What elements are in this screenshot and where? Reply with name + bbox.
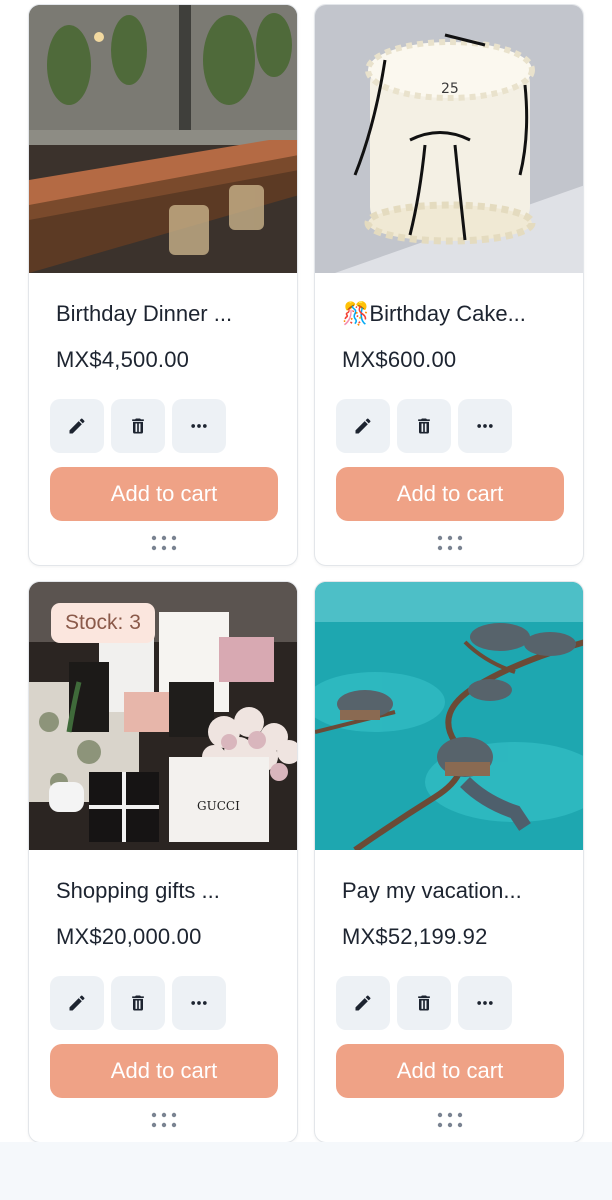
- product-grid: Birthday Dinner ... MX$4,500.00 Add to c…: [0, 0, 612, 1143]
- product-price: MX$20,000.00: [56, 924, 202, 949]
- edit-button[interactable]: [50, 399, 104, 453]
- add-to-cart-button[interactable]: Add to cart: [50, 1044, 278, 1098]
- product-title: 🎊Birthday Cake...: [342, 301, 526, 326]
- trash-icon: [418, 418, 430, 434]
- pencil-icon: [69, 418, 85, 434]
- more-horizontal-icon: [191, 424, 207, 428]
- product-card: Pay my vacation... MX$52,199.92 Add to c…: [314, 581, 584, 1143]
- more-options-button[interactable]: [458, 399, 512, 453]
- more-horizontal-icon: [191, 1001, 207, 1005]
- product-price: MX$600.00: [342, 347, 457, 372]
- drag-handle-icon[interactable]: [436, 535, 464, 551]
- trash-icon: [418, 995, 430, 1011]
- page-footer-area: [0, 1142, 612, 1200]
- pencil-icon: [69, 995, 85, 1011]
- more-options-button[interactable]: [172, 976, 226, 1030]
- edit-button[interactable]: [336, 976, 390, 1030]
- product-image[interactable]: 25: [315, 5, 583, 273]
- product-title: Shopping gifts ...: [56, 878, 220, 903]
- svg-text:GUCCI: GUCCI: [197, 799, 240, 813]
- add-to-cart-button[interactable]: Add to cart: [336, 467, 564, 521]
- stock-badge: Stock: 3: [51, 603, 155, 643]
- drag-handle-icon[interactable]: [150, 535, 178, 551]
- product-card: Birthday Dinner ... MX$4,500.00 Add to c…: [28, 4, 298, 566]
- add-to-cart-button[interactable]: Add to cart: [336, 1044, 564, 1098]
- product-card: 25 🎊Birthday Cake... MX$600.00 Add to ca…: [314, 4, 584, 566]
- product-image[interactable]: [315, 582, 583, 850]
- edit-button[interactable]: [336, 399, 390, 453]
- more-horizontal-icon: [477, 1001, 493, 1005]
- drag-handle-icon[interactable]: [436, 1112, 464, 1128]
- trash-icon: [132, 418, 144, 434]
- product-image[interactable]: GUCCI Stock: 3: [29, 582, 297, 850]
- delete-button[interactable]: [111, 976, 165, 1030]
- product-price: MX$52,199.92: [342, 924, 488, 949]
- delete-button[interactable]: [397, 399, 451, 453]
- delete-button[interactable]: [111, 399, 165, 453]
- more-horizontal-icon: [477, 424, 493, 428]
- product-price: MX$4,500.00: [56, 347, 190, 372]
- svg-text:25: 25: [441, 81, 459, 97]
- product-image[interactable]: [29, 5, 297, 273]
- pencil-icon: [355, 995, 371, 1011]
- product-card: GUCCI Stock: 3 Shopping gifts ... MX$20,…: [28, 581, 298, 1143]
- more-options-button[interactable]: [458, 976, 512, 1030]
- drag-handle-icon[interactable]: [150, 1112, 178, 1128]
- trash-icon: [132, 995, 144, 1011]
- product-title: Pay my vacation...: [342, 878, 522, 903]
- edit-button[interactable]: [50, 976, 104, 1030]
- add-to-cart-button[interactable]: Add to cart: [50, 467, 278, 521]
- more-options-button[interactable]: [172, 399, 226, 453]
- pencil-icon: [355, 418, 371, 434]
- delete-button[interactable]: [397, 976, 451, 1030]
- product-title: Birthday Dinner ...: [56, 301, 233, 326]
